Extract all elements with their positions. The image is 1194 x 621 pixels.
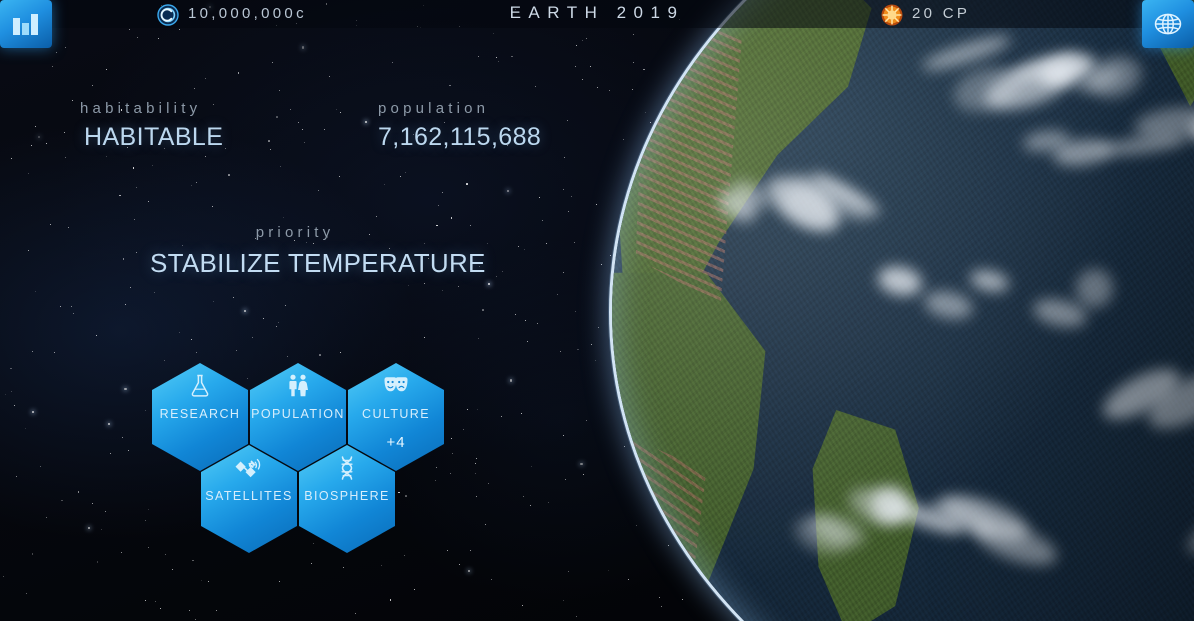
game-screen: 10,000,000c EARTH 2019 20 CP habitabilit… bbox=[0, 0, 1194, 621]
satellite-icon bbox=[235, 454, 263, 482]
colonization-points: 20 CP bbox=[912, 5, 971, 22]
hex-label-biosphere: BIOSPHERE bbox=[304, 489, 390, 503]
priority-label: priority bbox=[255, 224, 335, 241]
habitability-stat: habitability HABITABLE bbox=[80, 100, 223, 152]
globe-icon bbox=[1154, 13, 1182, 35]
population-value: 7,162,115,688 bbox=[378, 123, 542, 151]
masks-icon bbox=[382, 372, 410, 400]
habitability-value: HABITABLE bbox=[84, 123, 224, 151]
dna-icon bbox=[333, 454, 361, 482]
hex-bonus-culture: +4 bbox=[386, 433, 406, 451]
priority-value: STABILIZE TEMPERATURE bbox=[150, 248, 486, 278]
planet-earth[interactable] bbox=[612, 0, 1194, 621]
sun-burst-icon bbox=[880, 3, 904, 27]
people-icon bbox=[284, 372, 312, 400]
priority-panel[interactable]: priority STABILIZE TEMPERATURE bbox=[150, 224, 486, 279]
planet-shading bbox=[612, 0, 1194, 621]
hex-label-population: POPULATION bbox=[251, 407, 345, 421]
development-hex-cluster: RESEARCH POPULATION CULTURE +4 SATELLITE… bbox=[150, 360, 460, 555]
habitability-label: habitability bbox=[80, 100, 202, 117]
hex-label-research: RESEARCH bbox=[159, 407, 241, 421]
population-stat: population 7,162,115,688 bbox=[378, 100, 541, 152]
globe-view-button[interactable] bbox=[1142, 0, 1194, 48]
population-label: population bbox=[378, 100, 490, 117]
hex-label-culture: CULTURE bbox=[362, 407, 430, 421]
hex-label-satellites: SATELLITES bbox=[205, 489, 293, 503]
planet-title: EARTH 2019 bbox=[509, 3, 685, 22]
flask-icon bbox=[186, 372, 214, 400]
